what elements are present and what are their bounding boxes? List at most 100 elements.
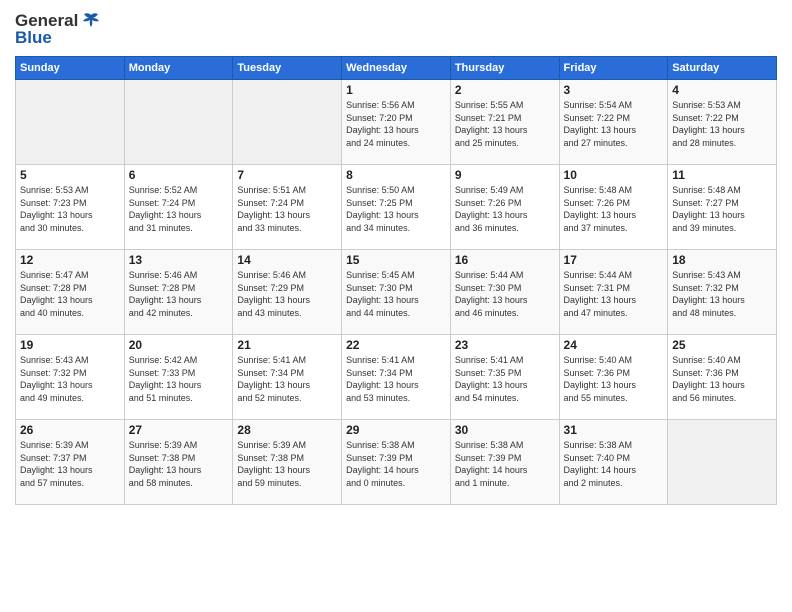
day-number: 8 xyxy=(346,168,446,182)
weekday-header-tuesday: Tuesday xyxy=(233,57,342,80)
day-number: 7 xyxy=(237,168,337,182)
day-number: 18 xyxy=(672,253,772,267)
calendar-week-2: 5Sunrise: 5:53 AM Sunset: 7:23 PM Daylig… xyxy=(16,165,777,250)
calendar-table: SundayMondayTuesdayWednesdayThursdayFrid… xyxy=(15,56,777,505)
calendar-cell: 28Sunrise: 5:39 AM Sunset: 7:38 PM Dayli… xyxy=(233,420,342,505)
calendar-cell: 19 Sunrise: 5:43 AM Sunset: 7:32 PM Dayli… xyxy=(16,335,125,420)
calendar-cell: 26 Sunrise: 5:39 AM Sunset: 7:37 PM Dayli… xyxy=(16,420,125,505)
cell-content: Sunrise: 5:39 AM Sunset: 7:37 PM Dayligh… xyxy=(20,439,120,489)
calendar-cell: 30 Sunrise: 5:38 AM Sunset: 7:39 PM Dayli… xyxy=(450,420,559,505)
day-number: 16 xyxy=(455,253,555,267)
cell-content: Sunrise: 5:53 AM Sunset: 7:22 PM Dayligh… xyxy=(672,99,772,149)
calendar-cell: 23 Sunrise: 5:41 AM Sunset: 7:35 PM Dayli… xyxy=(450,335,559,420)
calendar-cell: 31Sunrise: 5:38 AM Sunset: 7:40 PM Dayli… xyxy=(559,420,668,505)
cell-content: Sunrise: 5:49 AM Sunset: 7:26 PM Dayligh… xyxy=(455,184,555,234)
weekday-header-saturday: Saturday xyxy=(668,57,777,80)
calendar-cell: 25 Sunrise: 5:40 AM Sunset: 7:36 PM Dayli… xyxy=(668,335,777,420)
cell-content: Sunrise: 5:55 AM Sunset: 7:21 PM Dayligh… xyxy=(455,99,555,149)
calendar-cell xyxy=(16,80,125,165)
page-container: General Blue SundayMondayTuesdayWednesda… xyxy=(0,0,792,510)
calendar-cell: 20 Sunrise: 5:42 AM Sunset: 7:33 PM Dayli… xyxy=(124,335,233,420)
cell-content: Sunrise: 5:41 AM Sunset: 7:35 PM Dayligh… xyxy=(455,354,555,404)
day-number: 9 xyxy=(455,168,555,182)
cell-content: Sunrise: 5:41 AM Sunset: 7:34 PM Dayligh… xyxy=(346,354,446,404)
header: General Blue xyxy=(15,10,777,48)
cell-content: Sunrise: 5:38 AM Sunset: 7:40 PM Dayligh… xyxy=(564,439,664,489)
calendar-cell: 14Sunrise: 5:46 AM Sunset: 7:29 PM Dayli… xyxy=(233,250,342,335)
cell-content: Sunrise: 5:42 AM Sunset: 7:33 PM Dayligh… xyxy=(129,354,229,404)
calendar-cell: 10 Sunrise: 5:48 AM Sunset: 7:26 PM Dayli… xyxy=(559,165,668,250)
day-number: 14 xyxy=(237,253,337,267)
cell-content: Sunrise: 5:40 AM Sunset: 7:36 PM Dayligh… xyxy=(672,354,772,404)
calendar-week-5: 26 Sunrise: 5:39 AM Sunset: 7:37 PM Dayli… xyxy=(16,420,777,505)
cell-content: Sunrise: 5:43 AM Sunset: 7:32 PM Dayligh… xyxy=(20,354,120,404)
calendar-cell: 7 Sunrise: 5:51 AM Sunset: 7:24 PM Daylig… xyxy=(233,165,342,250)
day-number: 13 xyxy=(129,253,229,267)
calendar-cell xyxy=(233,80,342,165)
day-number: 10 xyxy=(564,168,664,182)
calendar-cell: 17 Sunrise: 5:44 AM Sunset: 7:31 PM Dayli… xyxy=(559,250,668,335)
calendar-cell: 29 Sunrise: 5:38 AM Sunset: 7:39 PM Dayli… xyxy=(342,420,451,505)
cell-content: Sunrise: 5:52 AM Sunset: 7:24 PM Dayligh… xyxy=(129,184,229,234)
cell-content: Sunrise: 5:48 AM Sunset: 7:27 PM Dayligh… xyxy=(672,184,772,234)
day-number: 11 xyxy=(672,168,772,182)
day-number: 29 xyxy=(346,423,446,437)
day-number: 4 xyxy=(672,83,772,97)
day-number: 26 xyxy=(20,423,120,437)
calendar-cell: 12 Sunrise: 5:47 AM Sunset: 7:28 PM Dayli… xyxy=(16,250,125,335)
day-number: 20 xyxy=(129,338,229,352)
day-number: 30 xyxy=(455,423,555,437)
calendar-cell: 11 Sunrise: 5:48 AM Sunset: 7:27 PM Dayli… xyxy=(668,165,777,250)
calendar-cell: 24 Sunrise: 5:40 AM Sunset: 7:36 PM Dayli… xyxy=(559,335,668,420)
calendar-week-3: 12 Sunrise: 5:47 AM Sunset: 7:28 PM Dayli… xyxy=(16,250,777,335)
cell-content: Sunrise: 5:54 AM Sunset: 7:22 PM Dayligh… xyxy=(564,99,664,149)
day-number: 3 xyxy=(564,83,664,97)
day-number: 22 xyxy=(346,338,446,352)
weekday-header-monday: Monday xyxy=(124,57,233,80)
day-number: 27 xyxy=(129,423,229,437)
logo-bird-icon xyxy=(80,10,102,32)
cell-content: Sunrise: 5:43 AM Sunset: 7:32 PM Dayligh… xyxy=(672,269,772,319)
calendar-cell: 21 Sunrise: 5:41 AM Sunset: 7:34 PM Dayli… xyxy=(233,335,342,420)
calendar-cell: 6 Sunrise: 5:52 AM Sunset: 7:24 PM Daylig… xyxy=(124,165,233,250)
day-number: 21 xyxy=(237,338,337,352)
cell-content: Sunrise: 5:40 AM Sunset: 7:36 PM Dayligh… xyxy=(564,354,664,404)
logo-blue-text: Blue xyxy=(15,28,52,48)
day-number: 12 xyxy=(20,253,120,267)
cell-content: Sunrise: 5:44 AM Sunset: 7:30 PM Dayligh… xyxy=(455,269,555,319)
day-number: 17 xyxy=(564,253,664,267)
cell-content: Sunrise: 5:47 AM Sunset: 7:28 PM Dayligh… xyxy=(20,269,120,319)
day-number: 23 xyxy=(455,338,555,352)
calendar-cell: 4 Sunrise: 5:53 AM Sunset: 7:22 PM Daylig… xyxy=(668,80,777,165)
day-number: 25 xyxy=(672,338,772,352)
day-number: 1 xyxy=(346,83,446,97)
calendar-cell: 22 Sunrise: 5:41 AM Sunset: 7:34 PM Dayli… xyxy=(342,335,451,420)
calendar-week-4: 19 Sunrise: 5:43 AM Sunset: 7:32 PM Dayli… xyxy=(16,335,777,420)
day-number: 24 xyxy=(564,338,664,352)
calendar-cell: 16 Sunrise: 5:44 AM Sunset: 7:30 PM Dayli… xyxy=(450,250,559,335)
day-number: 28 xyxy=(237,423,337,437)
cell-content: Sunrise: 5:41 AM Sunset: 7:34 PM Dayligh… xyxy=(237,354,337,404)
calendar-cell: 15Sunrise: 5:45 AM Sunset: 7:30 PM Dayli… xyxy=(342,250,451,335)
cell-content: Sunrise: 5:44 AM Sunset: 7:31 PM Dayligh… xyxy=(564,269,664,319)
day-number: 6 xyxy=(129,168,229,182)
calendar-cell: 1Sunrise: 5:56 AM Sunset: 7:20 PM Daylig… xyxy=(342,80,451,165)
weekday-header-row: SundayMondayTuesdayWednesdayThursdayFrid… xyxy=(16,57,777,80)
cell-content: Sunrise: 5:48 AM Sunset: 7:26 PM Dayligh… xyxy=(564,184,664,234)
cell-content: Sunrise: 5:38 AM Sunset: 7:39 PM Dayligh… xyxy=(346,439,446,489)
calendar-cell: 27 Sunrise: 5:39 AM Sunset: 7:38 PM Dayli… xyxy=(124,420,233,505)
calendar-cell xyxy=(124,80,233,165)
cell-content: Sunrise: 5:51 AM Sunset: 7:24 PM Dayligh… xyxy=(237,184,337,234)
calendar-cell: 5Sunrise: 5:53 AM Sunset: 7:23 PM Daylig… xyxy=(16,165,125,250)
calendar-cell: 8Sunrise: 5:50 AM Sunset: 7:25 PM Daylig… xyxy=(342,165,451,250)
day-number: 19 xyxy=(20,338,120,352)
calendar-cell: 9 Sunrise: 5:49 AM Sunset: 7:26 PM Daylig… xyxy=(450,165,559,250)
day-number: 2 xyxy=(455,83,555,97)
cell-content: Sunrise: 5:38 AM Sunset: 7:39 PM Dayligh… xyxy=(455,439,555,489)
cell-content: Sunrise: 5:46 AM Sunset: 7:28 PM Dayligh… xyxy=(129,269,229,319)
calendar-cell: 3 Sunrise: 5:54 AM Sunset: 7:22 PM Daylig… xyxy=(559,80,668,165)
calendar-cell: 2 Sunrise: 5:55 AM Sunset: 7:21 PM Daylig… xyxy=(450,80,559,165)
weekday-header-wednesday: Wednesday xyxy=(342,57,451,80)
cell-content: Sunrise: 5:39 AM Sunset: 7:38 PM Dayligh… xyxy=(129,439,229,489)
logo: General Blue xyxy=(15,10,102,48)
